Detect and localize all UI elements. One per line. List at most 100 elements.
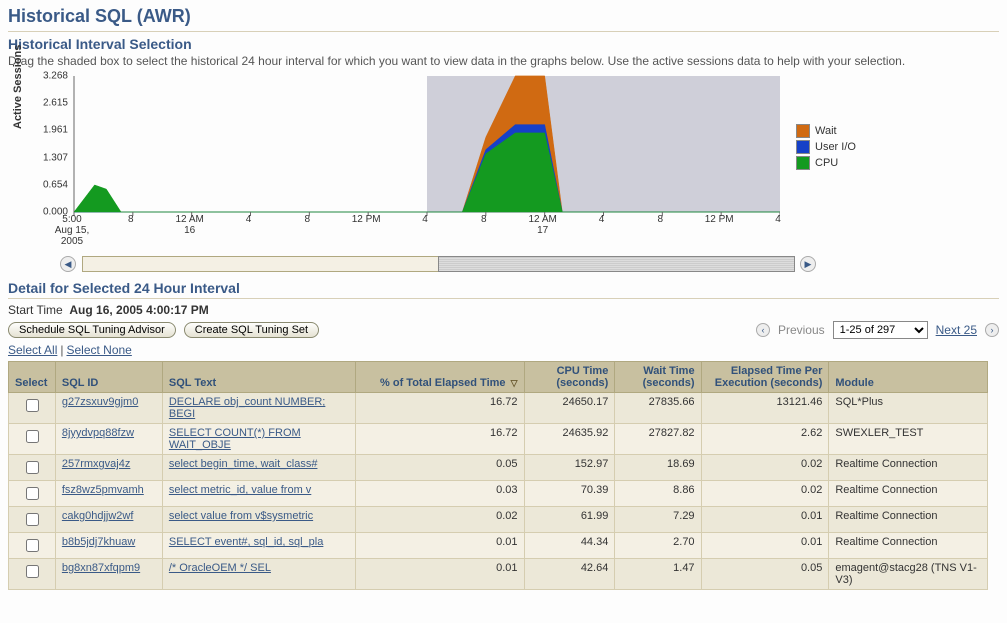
cell-elapsed-per-exec: 0.02 — [701, 455, 829, 481]
sql-id-link[interactable]: b8b5jdj7khuaw — [62, 536, 135, 548]
sort-desc-icon: ▽ — [511, 378, 518, 388]
slider-next-icon[interactable]: ▶ — [800, 256, 816, 272]
sql-id-link[interactable]: cakg0hdjjw2wf — [62, 510, 134, 522]
sql-text-link[interactable]: select begin_time, wait_class# — [169, 458, 318, 470]
chart-xtick: 5:00Aug 15, 2005 — [52, 214, 92, 247]
sql-id-link[interactable]: g27zsxuv9gjm0 — [62, 396, 138, 408]
col-header-pct-elapsed-label: % of Total Elapsed Time — [380, 377, 506, 389]
table-row: cakg0hdjjw2wf select value from v$sysmetr… — [9, 507, 988, 533]
cell-module: SQL*Plus — [829, 393, 988, 424]
select-all-link[interactable]: Select All — [8, 343, 57, 357]
section-detail-title: Detail for Selected 24 Hour Interval — [8, 280, 999, 296]
cell-pct-elapsed: 0.05 — [355, 455, 524, 481]
legend-userio: User I/O — [815, 141, 856, 153]
chart-legend: Wait User I/O CPU — [796, 124, 856, 172]
chart-xtick: 8 — [464, 214, 504, 225]
sql-text-link[interactable]: SELECT event#, sql_id, sql_pla — [169, 536, 324, 548]
table-row: 8jyydvpq88fzw SELECT COUNT(*) FROM WAIT_O… — [9, 424, 988, 455]
cell-module: SWEXLER_TEST — [829, 424, 988, 455]
table-row: bg8xn87xfqpm9 /* OracleOEM */ SEL 0.0142.6… — [9, 559, 988, 590]
active-sessions-chart[interactable]: Active Sessions 0.0000.6541.3071.9612.61… — [18, 74, 788, 254]
cell-cpu-time: 24650.17 — [524, 393, 615, 424]
chart-y-axis-label: Active Sessions — [12, 45, 24, 129]
col-header-elapsed-per-exec[interactable]: Elapsed Time Per Execution (seconds) — [701, 362, 829, 393]
start-time-value: Aug 16, 2005 4:00:17 PM — [69, 303, 208, 317]
chart-xtick: 4 — [582, 214, 622, 225]
select-none-link[interactable]: Select None — [66, 343, 131, 357]
cell-pct-elapsed: 0.01 — [355, 559, 524, 590]
interval-slider-handle[interactable] — [438, 256, 795, 272]
table-row: 257rmxgvaj4z select begin_time, wait_clas… — [9, 455, 988, 481]
cell-module: Realtime Connection — [829, 507, 988, 533]
cell-wait-time: 1.47 — [615, 559, 701, 590]
swatch-wait — [796, 124, 810, 138]
cell-wait-time: 7.29 — [615, 507, 701, 533]
next-page-link[interactable]: Next 25 — [936, 323, 977, 337]
cell-pct-elapsed: 0.03 — [355, 481, 524, 507]
schedule-sql-tuning-advisor-button[interactable]: Schedule SQL Tuning Advisor — [8, 322, 176, 338]
legend-wait: Wait — [815, 125, 837, 137]
row-select-checkbox[interactable] — [26, 565, 39, 578]
cell-pct-elapsed: 0.01 — [355, 533, 524, 559]
col-header-sql-text[interactable]: SQL Text — [162, 362, 355, 393]
cell-elapsed-per-exec: 13121.46 — [701, 393, 829, 424]
previous-page-icon[interactable]: ‹ — [756, 323, 770, 337]
cell-wait-time: 27835.66 — [615, 393, 701, 424]
cell-elapsed-per-exec: 0.02 — [701, 481, 829, 507]
page-range-select[interactable]: 1-25 of 297 — [833, 321, 928, 339]
create-sql-tuning-set-button[interactable]: Create SQL Tuning Set — [184, 322, 319, 338]
row-select-checkbox[interactable] — [26, 430, 39, 443]
cell-wait-time: 8.86 — [615, 481, 701, 507]
cell-pct-elapsed: 0.02 — [355, 507, 524, 533]
col-header-wait-time[interactable]: Wait Time (seconds) — [615, 362, 701, 393]
page-title: Historical SQL (AWR) — [8, 6, 999, 27]
row-select-checkbox[interactable] — [26, 461, 39, 474]
col-header-pct-elapsed[interactable]: % of Total Elapsed Time ▽ — [355, 362, 524, 393]
cell-module: Realtime Connection — [829, 533, 988, 559]
cell-elapsed-per-exec: 0.01 — [701, 533, 829, 559]
col-header-sql-id[interactable]: SQL ID — [55, 362, 162, 393]
interval-slider-track[interactable] — [82, 256, 794, 272]
sql-id-link[interactable]: 8jyydvpq88fzw — [62, 427, 134, 439]
swatch-userio — [796, 140, 810, 154]
sql-id-link[interactable]: bg8xn87xfqpm9 — [62, 562, 140, 574]
cell-elapsed-per-exec: 2.62 — [701, 424, 829, 455]
cell-module: Realtime Connection — [829, 481, 988, 507]
cell-cpu-time: 152.97 — [524, 455, 615, 481]
next-page-icon[interactable]: › — [985, 323, 999, 337]
chart-xtick: 12 PM — [699, 214, 739, 225]
table-row: fsz8wz5pmvamh select metric_id, value fro… — [9, 481, 988, 507]
divider — [8, 31, 999, 32]
chart-xtick: 12 AM16 — [170, 214, 210, 236]
chart-xtick: 12 AM17 — [523, 214, 563, 236]
slider-prev-icon[interactable]: ◀ — [60, 256, 76, 272]
sql-text-link[interactable]: /* OracleOEM */ SEL — [169, 562, 271, 574]
start-time-label: Start Time — [8, 303, 63, 317]
chart-xtick: 4 — [405, 214, 445, 225]
cell-module: Realtime Connection — [829, 455, 988, 481]
col-header-cpu-time[interactable]: CPU Time (seconds) — [524, 362, 615, 393]
sql-id-link[interactable]: fsz8wz5pmvamh — [62, 484, 144, 496]
col-header-select: Select — [9, 362, 56, 393]
cell-cpu-time: 61.99 — [524, 507, 615, 533]
previous-page-label: Previous — [778, 323, 825, 337]
sql-id-link[interactable]: 257rmxgvaj4z — [62, 458, 130, 470]
cell-cpu-time: 24635.92 — [524, 424, 615, 455]
chart-xtick: 8 — [111, 214, 151, 225]
sql-text-link[interactable]: select value from v$sysmetric — [169, 510, 313, 522]
sql-text-link[interactable]: select metric_id, value from v — [169, 484, 311, 496]
divider — [8, 298, 999, 299]
sql-text-link[interactable]: SELECT COUNT(*) FROM WAIT_OBJE — [169, 427, 301, 451]
chart-xtick: 8 — [287, 214, 327, 225]
sql-text-link[interactable]: DECLARE obj_count NUMBER; BEGI — [169, 396, 326, 420]
row-select-checkbox[interactable] — [26, 399, 39, 412]
swatch-cpu — [796, 156, 810, 170]
row-select-checkbox[interactable] — [26, 487, 39, 500]
cell-wait-time: 27827.82 — [615, 424, 701, 455]
col-header-module[interactable]: Module — [829, 362, 988, 393]
cell-cpu-time: 42.64 — [524, 559, 615, 590]
row-select-checkbox[interactable] — [26, 539, 39, 552]
chart-xtick: 12 PM — [346, 214, 386, 225]
cell-wait-time: 2.70 — [615, 533, 701, 559]
row-select-checkbox[interactable] — [26, 513, 39, 526]
